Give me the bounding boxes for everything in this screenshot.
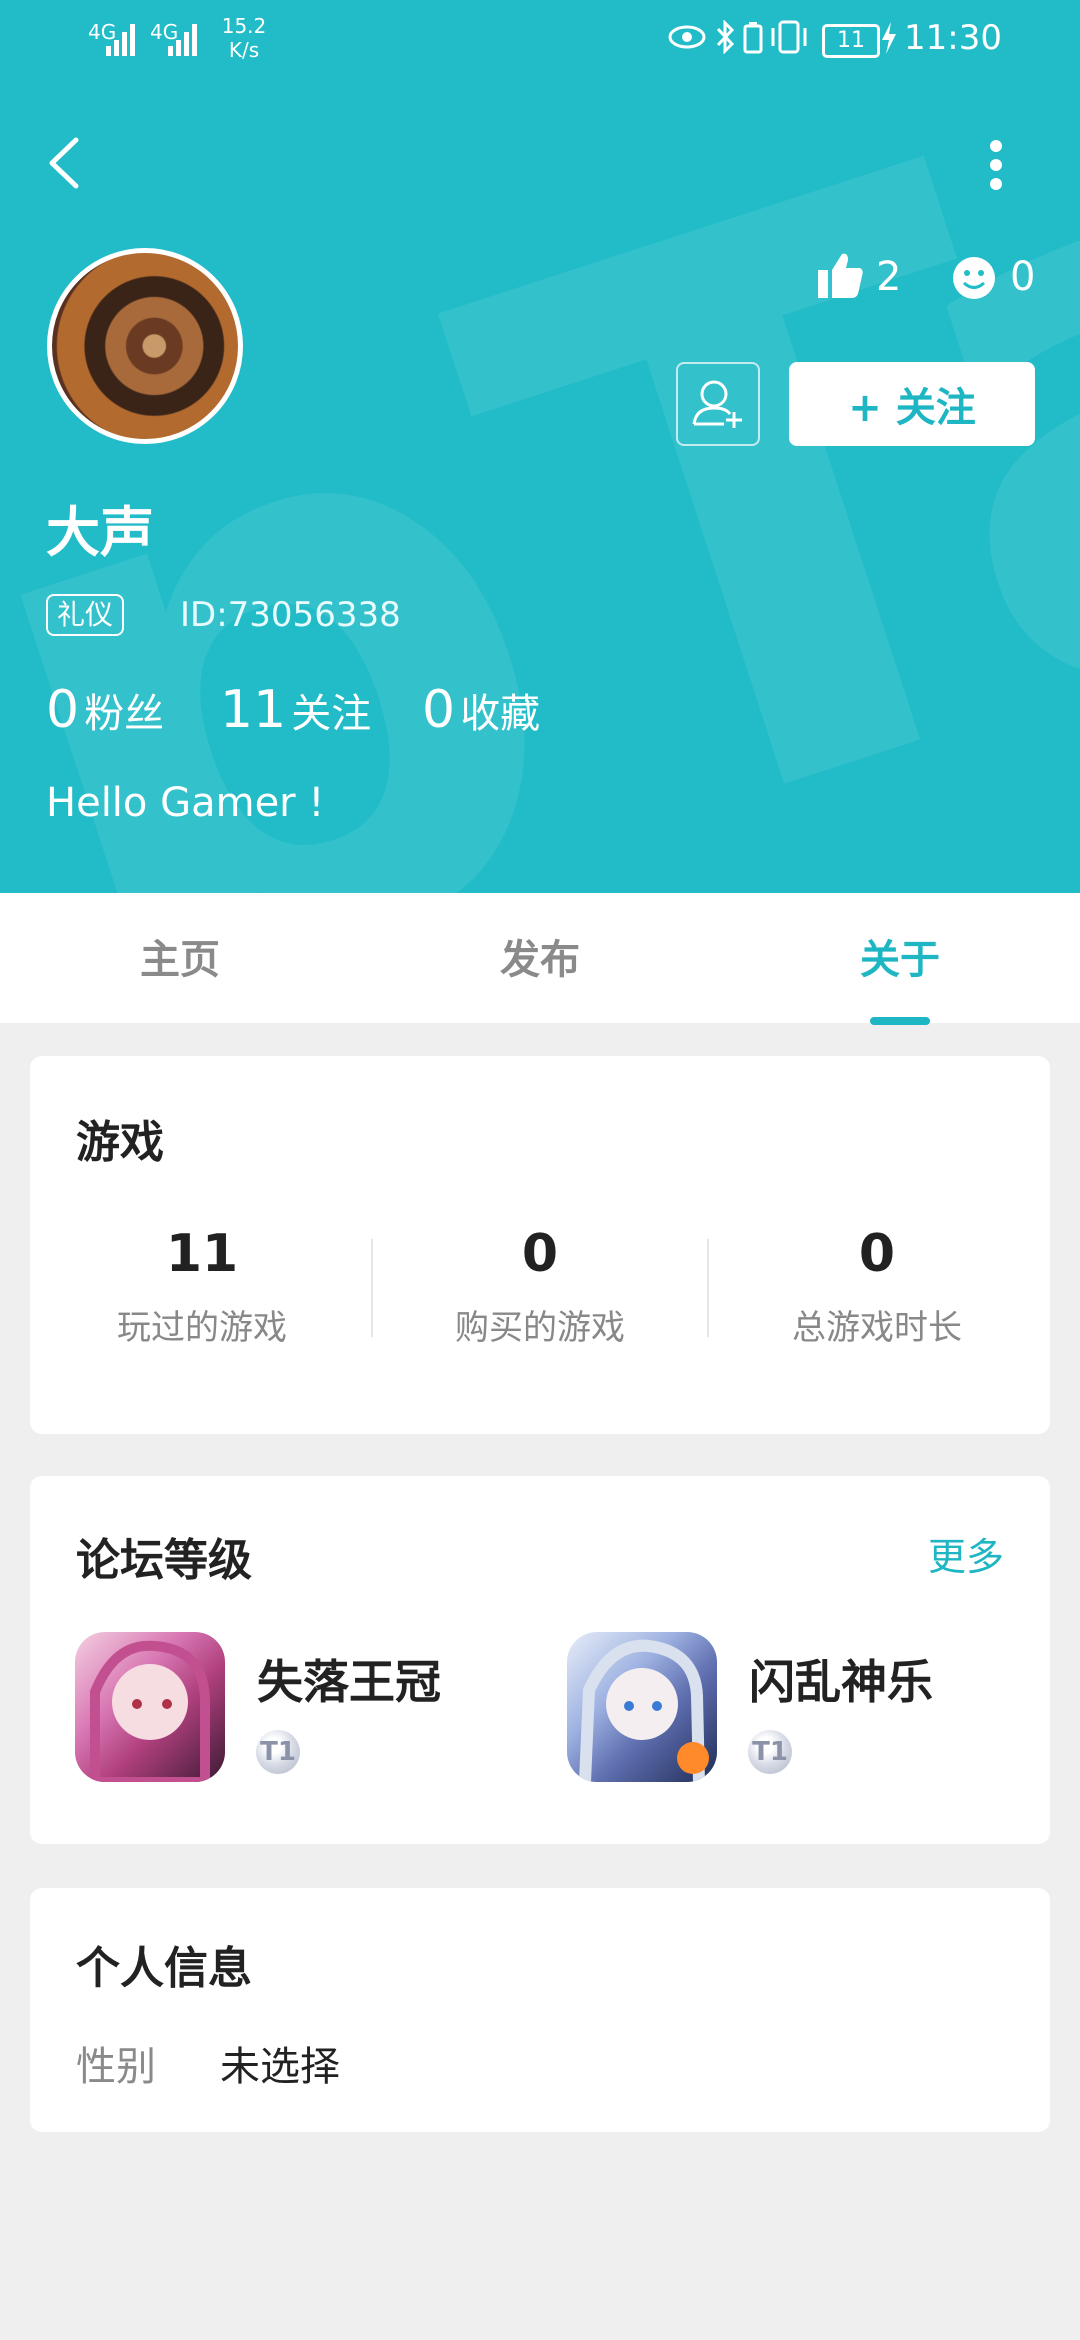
anime-girl-silver-icon xyxy=(579,1639,709,1782)
forum-game-name-1[interactable]: 失落王冠 xyxy=(257,1646,441,1712)
add-friend-icon xyxy=(692,380,742,428)
forum-more-link[interactable]: 更多 xyxy=(928,1526,1004,1581)
forum-game-name-2[interactable]: 闪乱神乐 xyxy=(749,1646,933,1712)
user-tag[interactable]: 礼仪 xyxy=(46,594,124,636)
game-icon-senran-kagura[interactable] xyxy=(567,1632,717,1782)
like-count: 2 xyxy=(876,254,902,300)
profile-header: pTa xyxy=(0,0,1080,893)
smile-icon[interactable] xyxy=(952,256,996,300)
fans-label: 粉丝 xyxy=(84,691,165,737)
smile-count: 0 xyxy=(1010,254,1036,300)
following-count: 11 xyxy=(220,680,287,740)
following-stat[interactable]: 11 关注 xyxy=(220,680,371,740)
playtime-stat[interactable]: 0 总游戏时长 xyxy=(707,1224,1047,1349)
bluetooth-icon xyxy=(716,20,735,54)
more-menu-icon[interactable] xyxy=(986,138,1006,192)
level-badge-icon: T1 xyxy=(748,1730,792,1774)
played-games-label: 玩过的游戏 xyxy=(117,1308,287,1348)
tab-about[interactable]: 关于 xyxy=(860,927,940,985)
gender-value: 未选择 xyxy=(220,2044,340,2090)
played-games-count: 11 xyxy=(165,1224,239,1284)
svg-text:pTa: pTa xyxy=(0,120,1080,893)
signal-icon-1 xyxy=(106,24,135,56)
favorites-count: 0 xyxy=(422,680,456,740)
played-games-stat[interactable]: 11 玩过的游戏 xyxy=(32,1224,372,1349)
follow-button[interactable]: + 关注 xyxy=(789,362,1035,446)
user-id: ID:73056338 xyxy=(180,595,401,635)
net-speed: 15.2 K/s xyxy=(214,14,274,62)
watermark-logo: pTa xyxy=(0,120,1080,893)
bought-games-label: 购买的游戏 xyxy=(455,1308,625,1348)
vibrate-icon xyxy=(771,20,807,54)
favorites-stat[interactable]: 0 收藏 xyxy=(422,680,540,740)
tab-posts[interactable]: 发布 xyxy=(500,927,580,985)
personal-info-title: 个人信息 xyxy=(76,1943,252,1994)
tab-home[interactable]: 主页 xyxy=(140,927,220,985)
fans-count: 0 xyxy=(46,680,80,740)
fans-stat[interactable]: 0 粉丝 xyxy=(46,680,164,740)
profile-name: 大声 xyxy=(46,501,154,564)
net-speed-value: 15.2 xyxy=(221,14,267,38)
tab-bar: 主页 发布 关于 xyxy=(0,893,1080,1023)
add-friend-button[interactable] xyxy=(676,362,760,446)
bought-games-stat[interactable]: 0 购买的游戏 xyxy=(370,1224,710,1349)
favorites-label: 收藏 xyxy=(460,691,541,737)
playtime-count: 0 xyxy=(858,1224,896,1284)
playtime-label: 总游戏时长 xyxy=(792,1308,962,1348)
following-label: 关注 xyxy=(291,691,372,737)
back-arrow-icon[interactable] xyxy=(44,136,86,190)
game-icon-lost-crown[interactable] xyxy=(75,1632,225,1782)
charging-icon xyxy=(882,22,896,54)
net-speed-unit: K/s xyxy=(228,38,260,62)
active-tab-indicator xyxy=(870,1017,930,1025)
bio-text: Hello Gamer ! xyxy=(46,780,325,826)
gender-label: 性别 xyxy=(76,2044,156,2090)
battery-saver-icon xyxy=(743,22,763,54)
clock: 11:30 xyxy=(904,18,1002,58)
personal-info-card: 个人信息 性别 未选择 xyxy=(30,1888,1050,2132)
signal-icon-2 xyxy=(168,24,197,56)
thumbs-up-icon[interactable] xyxy=(816,250,864,300)
games-card-title: 游戏 xyxy=(76,1117,164,1168)
anime-girl-pink-icon xyxy=(90,1640,210,1782)
bought-games-count: 0 xyxy=(521,1224,559,1284)
level-badge-icon: T1 xyxy=(256,1730,300,1774)
forum-level-title: 论坛等级 xyxy=(76,1535,252,1586)
eye-icon xyxy=(668,25,706,49)
battery-icon: 11 xyxy=(822,24,880,58)
avatar[interactable] xyxy=(47,248,243,444)
